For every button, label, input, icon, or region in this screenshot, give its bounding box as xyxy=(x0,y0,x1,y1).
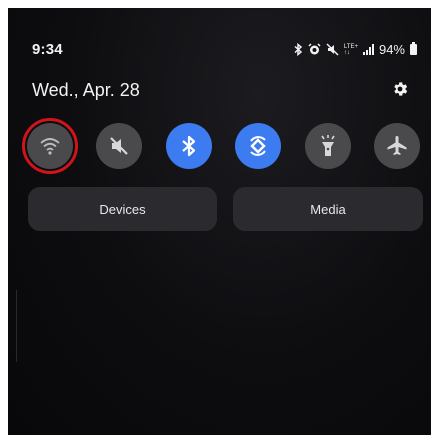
auto-rotate-tile[interactable] xyxy=(235,123,281,169)
flashlight-tile[interactable] xyxy=(305,123,351,169)
gear-icon[interactable] xyxy=(391,80,409,103)
media-button[interactable]: Media xyxy=(233,187,423,231)
data-arrows: ↑↓ xyxy=(343,49,350,56)
media-label: Media xyxy=(310,201,346,217)
status-time: 9:34 xyxy=(32,41,63,58)
status-bar: 9:34 LTE+ ↑↓ 94% xyxy=(8,8,431,58)
airplane-mode-tile[interactable] xyxy=(374,123,420,169)
date-label: Wed., Apr. 28 xyxy=(32,80,140,100)
rotate-icon xyxy=(246,134,270,158)
flashlight-icon xyxy=(319,134,337,158)
devices-label: Devices xyxy=(99,201,146,217)
mute-icon xyxy=(326,43,339,56)
bluetooth-tile[interactable] xyxy=(166,123,212,169)
sound-tile[interactable] xyxy=(96,123,142,169)
airplane-icon xyxy=(385,134,409,158)
quick-panel: 9:34 LTE+ ↑↓ 94% Wed., Apr. 28 Devices M… xyxy=(8,8,431,435)
wifi-tile[interactable] xyxy=(27,123,73,169)
signal-icon xyxy=(362,44,374,55)
status-icons: LTE+ ↑↓ 94% xyxy=(294,42,417,57)
devices-button[interactable]: Devices xyxy=(28,187,217,231)
bluetooth-icon xyxy=(181,135,197,157)
bluetooth-icon xyxy=(294,43,303,56)
divider xyxy=(16,290,17,362)
quick-settings-tiles xyxy=(8,118,431,183)
alarm-icon xyxy=(308,43,321,56)
mute-icon xyxy=(108,135,130,157)
battery-icon xyxy=(410,42,417,55)
wifi-icon xyxy=(39,136,61,156)
battery-percent: 94% xyxy=(378,42,405,57)
lte-icon: LTE+ ↑↓ xyxy=(344,44,358,56)
